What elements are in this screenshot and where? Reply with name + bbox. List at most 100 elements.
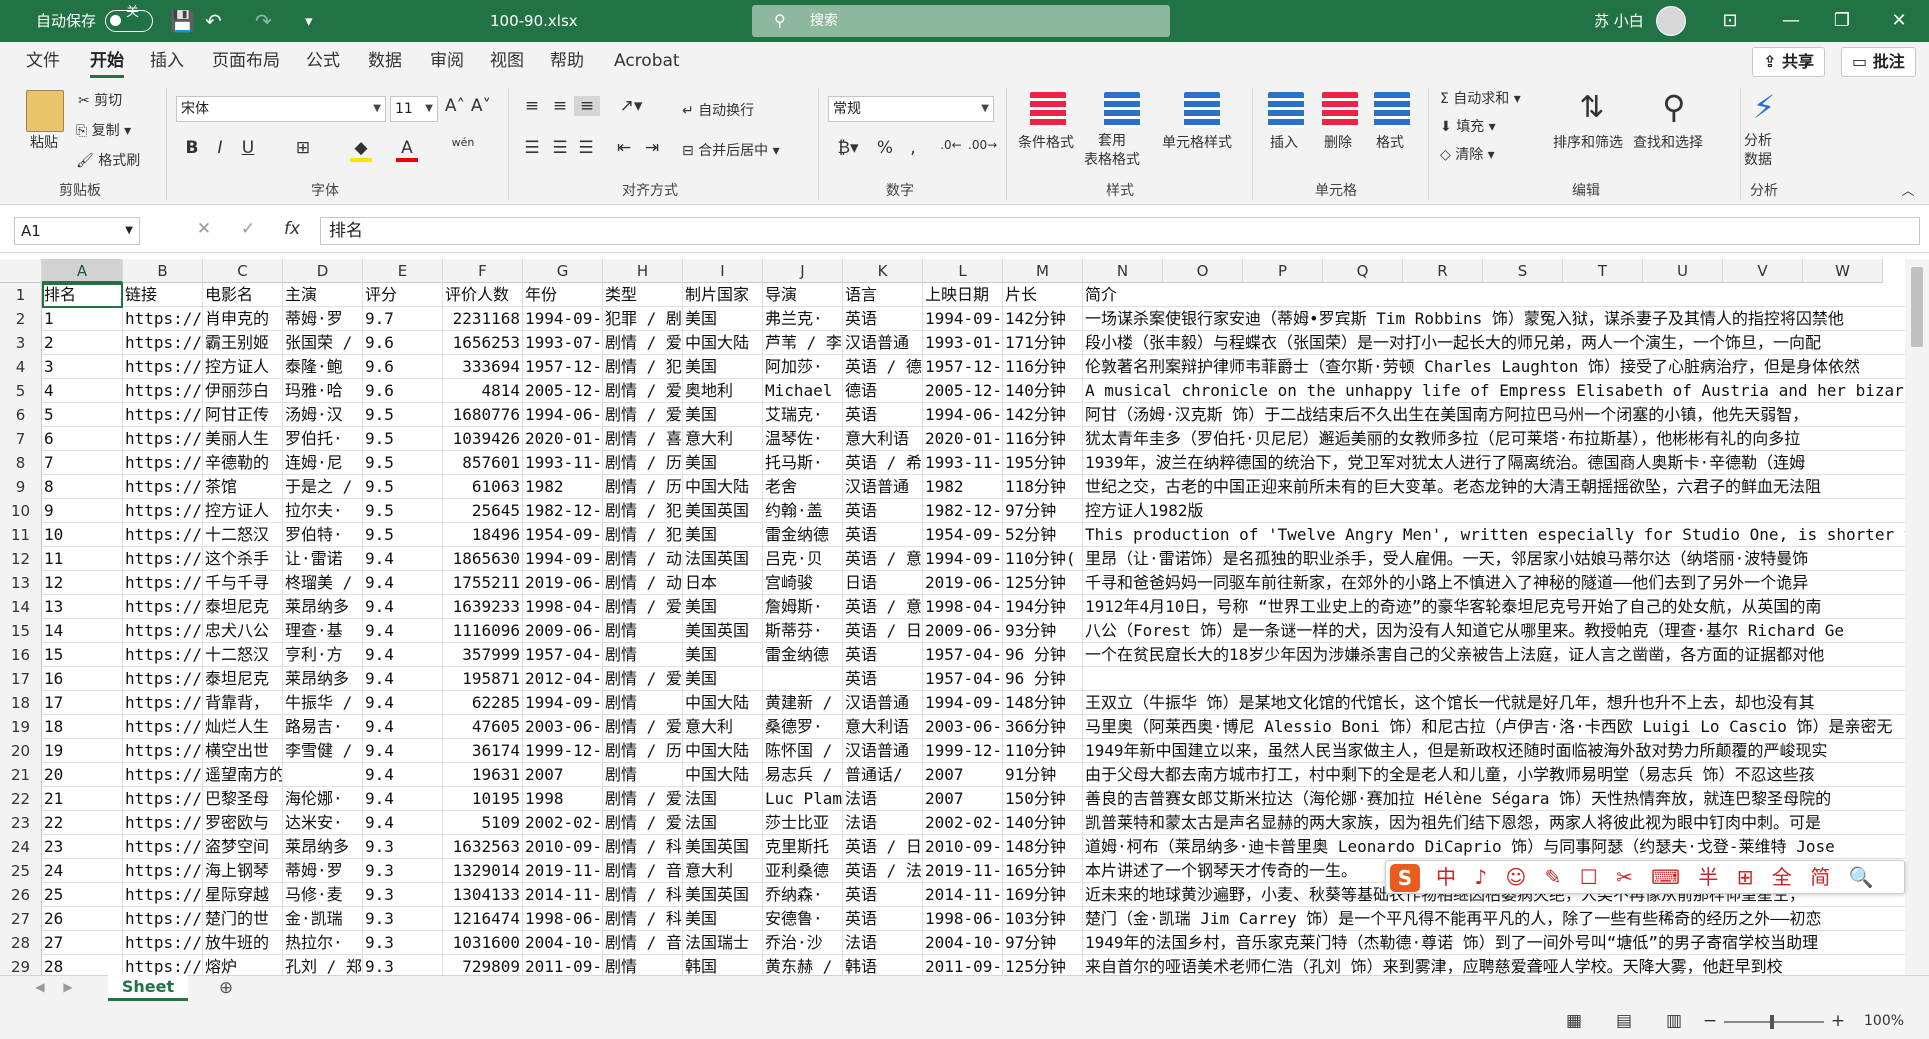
cell[interactable]: 艾瑞克· bbox=[763, 403, 843, 427]
column-header[interactable]: D bbox=[283, 259, 363, 283]
cell[interactable]: 1982 bbox=[923, 475, 1003, 499]
cell[interactable]: 125分钟 bbox=[1003, 955, 1083, 975]
cell[interactable]: 9.4 bbox=[363, 547, 443, 571]
cell[interactable]: 控方证人 bbox=[203, 355, 283, 379]
cell[interactable]: 主演 bbox=[283, 283, 363, 307]
cell[interactable]: 2019-11- bbox=[923, 859, 1003, 883]
cell[interactable]: 28 bbox=[42, 955, 123, 975]
row-header[interactable]: 29 bbox=[0, 955, 42, 975]
sort-filter-icon[interactable]: ⇅ bbox=[1572, 90, 1612, 125]
cell[interactable]: 1865630 bbox=[443, 547, 523, 571]
cell[interactable]: This production of 'Twelve Angry Men', w… bbox=[1083, 523, 1905, 547]
cell[interactable]: 控方证人1982版 bbox=[1083, 499, 1905, 523]
cell[interactable]: 2004-10- bbox=[523, 931, 603, 955]
cell[interactable]: 茶馆 bbox=[203, 475, 283, 499]
cell[interactable]: 美丽人生 bbox=[203, 427, 283, 451]
cell[interactable]: 1994-09- bbox=[523, 691, 603, 715]
cell[interactable]: 1998-06- bbox=[523, 907, 603, 931]
cell[interactable]: 连姆·尼 bbox=[283, 451, 363, 475]
decrease-font-icon[interactable]: A˅ bbox=[470, 96, 492, 116]
cell-styles-icon[interactable] bbox=[1184, 92, 1220, 128]
cell[interactable]: 9.4 bbox=[363, 595, 443, 619]
fill-color-icon[interactable]: ◆ bbox=[350, 138, 372, 162]
format-as-table-icon[interactable] bbox=[1104, 92, 1140, 128]
copy-button[interactable]: ⎘ 复制 ▾ bbox=[76, 120, 131, 140]
cell[interactable]: 肖申克的 bbox=[203, 307, 283, 331]
cell[interactable]: 日本 bbox=[683, 571, 763, 595]
format-cells-icon[interactable] bbox=[1374, 92, 1410, 128]
tab-acrobat[interactable]: Acrobat bbox=[614, 42, 680, 80]
cell[interactable]: 遥望南方的童年 bbox=[203, 763, 283, 787]
cell[interactable]: 电影名 bbox=[203, 283, 283, 307]
tab-data[interactable]: 数据 bbox=[368, 42, 402, 80]
cell[interactable]: 97分钟 bbox=[1003, 499, 1083, 523]
cell[interactable]: 9.3 bbox=[363, 835, 443, 859]
zoom-slider[interactable] bbox=[1724, 1021, 1824, 1023]
cell[interactable]: 1993-11- bbox=[923, 451, 1003, 475]
column-header[interactable]: R bbox=[1403, 259, 1483, 283]
decrease-decimal-icon[interactable]: .00→ bbox=[968, 138, 997, 152]
cell[interactable]: 千寻和爸爸妈妈一同驱车前往新家，在郊外的小路上不慎进入了神秘的隧道——他们去到了… bbox=[1083, 571, 1905, 595]
cell[interactable]: 美国 bbox=[683, 403, 763, 427]
cell[interactable]: 165分钟 bbox=[1003, 859, 1083, 883]
find-select-label[interactable]: 查找和选择 bbox=[1633, 132, 1703, 152]
column-header[interactable]: T bbox=[1563, 259, 1643, 283]
cell[interactable]: 忠犬八公 bbox=[203, 619, 283, 643]
row-header[interactable]: 5 bbox=[0, 379, 42, 403]
cell[interactable]: 英语 bbox=[843, 499, 923, 523]
bold-button[interactable]: B bbox=[182, 138, 202, 158]
cell[interactable]: 陈怀国 / bbox=[763, 739, 843, 763]
row-header[interactable]: 7 bbox=[0, 427, 42, 451]
cell[interactable]: 链接 bbox=[123, 283, 203, 307]
cell[interactable]: https://m bbox=[123, 643, 203, 667]
cell[interactable]: 1994-09- bbox=[923, 547, 1003, 571]
cell[interactable]: 美国 bbox=[683, 667, 763, 691]
cell[interactable]: https://m bbox=[123, 787, 203, 811]
cell[interactable]: 14 bbox=[42, 619, 123, 643]
cell[interactable]: 剧情 / 爱 bbox=[603, 715, 683, 739]
cell[interactable]: 美国英国 bbox=[683, 619, 763, 643]
cell[interactable]: 英语 bbox=[843, 883, 923, 907]
cell[interactable]: 18496 bbox=[443, 523, 523, 547]
cell[interactable]: 楚门（金·凯瑞 Jim Carrey 饰）是一个平凡得不能再平凡的人，除了一些有… bbox=[1083, 907, 1905, 931]
decrease-indent-icon[interactable]: ⇤ bbox=[612, 138, 636, 158]
cell[interactable]: 9.4 bbox=[363, 667, 443, 691]
row-header[interactable]: 9 bbox=[0, 475, 42, 499]
cell[interactable]: 意大利 bbox=[683, 859, 763, 883]
cell[interactable]: 21 bbox=[42, 787, 123, 811]
cell[interactable]: 103分钟 bbox=[1003, 907, 1083, 931]
cell[interactable]: 1993-11- bbox=[523, 451, 603, 475]
cell[interactable]: 托马斯· bbox=[763, 451, 843, 475]
cell[interactable]: 16 bbox=[42, 667, 123, 691]
cell[interactable]: 2011-09- bbox=[523, 955, 603, 975]
cell[interactable]: 达米安· bbox=[283, 811, 363, 835]
tab-home[interactable]: 开始 bbox=[90, 42, 124, 80]
cell[interactable]: 剧情 / 犯 bbox=[603, 523, 683, 547]
cell[interactable]: 23 bbox=[42, 835, 123, 859]
cell[interactable]: 汉语普通 bbox=[843, 331, 923, 355]
cell[interactable]: https://m bbox=[123, 307, 203, 331]
cell[interactable]: 1993-01- bbox=[923, 331, 1003, 355]
row-header[interactable]: 14 bbox=[0, 595, 42, 619]
cell[interactable]: 韩国 bbox=[683, 955, 763, 975]
cell[interactable]: https://m bbox=[123, 403, 203, 427]
undo-icon[interactable]: ↶ bbox=[205, 0, 222, 42]
normal-view-icon[interactable]: ▦ bbox=[1562, 1011, 1586, 1031]
cell[interactable]: 140分钟 bbox=[1003, 811, 1083, 835]
cell[interactable]: 148分钟 bbox=[1003, 835, 1083, 859]
cell[interactable]: 芦苇 / 李 bbox=[763, 331, 843, 355]
cell[interactable]: 36174 bbox=[443, 739, 523, 763]
cell[interactable]: 27 bbox=[42, 931, 123, 955]
row-header[interactable]: 27 bbox=[0, 907, 42, 931]
column-header[interactable]: U bbox=[1643, 259, 1723, 283]
cell[interactable]: 控方证人 bbox=[203, 499, 283, 523]
cell[interactable]: 盗梦空间 bbox=[203, 835, 283, 859]
fill-button[interactable]: ⬇ 填充 ▾ bbox=[1440, 116, 1496, 136]
cell[interactable]: 1939年，波兰在纳粹德国的统治下，党卫军对犹太人进行了隔离统治。德国商人奥斯卡… bbox=[1083, 451, 1905, 475]
align-right-icon[interactable]: ☰ bbox=[574, 138, 598, 158]
cell[interactable]: 剧情 / 科 bbox=[603, 835, 683, 859]
cell[interactable]: 李雪健 / bbox=[283, 739, 363, 763]
page-layout-view-icon[interactable]: ▤ bbox=[1612, 1011, 1636, 1031]
cell[interactable]: 类型 bbox=[603, 283, 683, 307]
cell[interactable]: 2012-04- bbox=[523, 667, 603, 691]
